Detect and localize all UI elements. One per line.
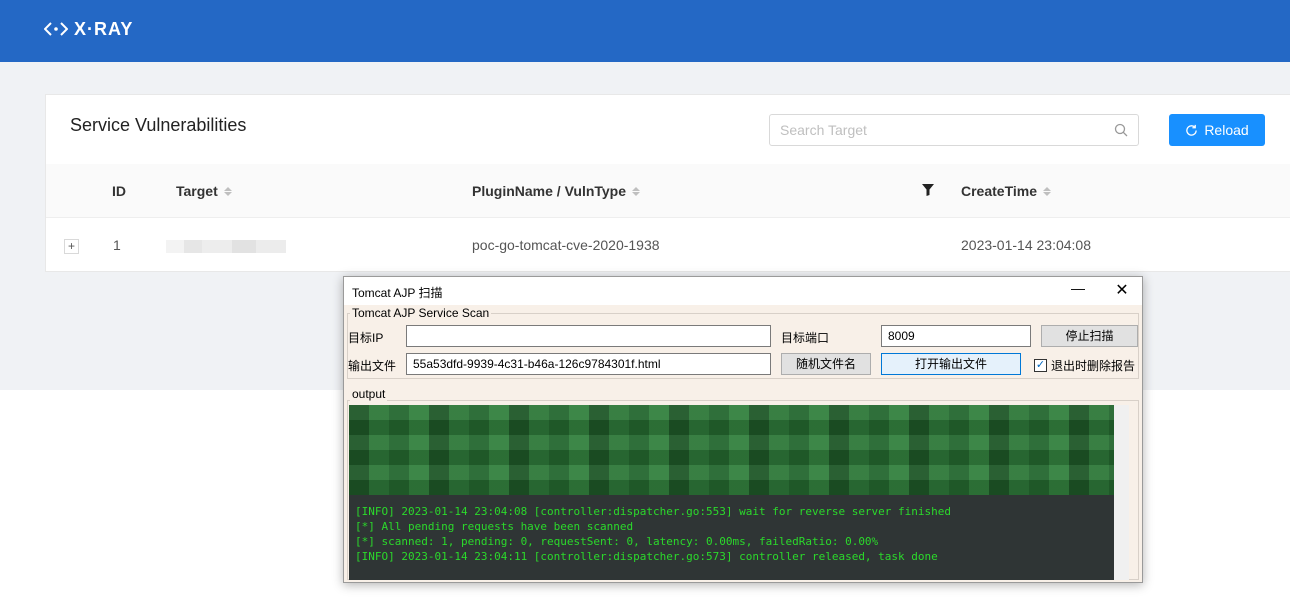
- close-button[interactable]: ✕: [1112, 280, 1132, 300]
- target-ip-label: 目标IP: [348, 331, 384, 345]
- column-plugin-label: PluginName / VulnType: [472, 183, 627, 199]
- redacted-target: [166, 240, 286, 253]
- dialog-title: Tomcat AJP 扫描: [352, 286, 443, 300]
- column-createtime[interactable]: CreateTime: [961, 183, 1052, 199]
- column-id: ID: [112, 183, 126, 199]
- reload-button[interactable]: Reload: [1169, 114, 1265, 146]
- column-plugin[interactable]: PluginName / VulnType: [472, 183, 641, 199]
- tomcat-ajp-scan-dialog: Tomcat AJP 扫描 — ✕ Tomcat AJP Service Sca…: [343, 276, 1143, 583]
- search-box[interactable]: [769, 114, 1139, 146]
- column-target[interactable]: Target: [176, 183, 232, 199]
- output-file-input[interactable]: [406, 353, 771, 375]
- table-row[interactable]: + 1 poc-go-tomcat-cve-2020-1938 2023-01-…: [46, 218, 1290, 272]
- log-line: [INFO] 2023-01-14 23:04:11 [controller:d…: [355, 550, 938, 563]
- sort-icon[interactable]: [632, 186, 641, 196]
- column-target-label: Target: [176, 183, 218, 199]
- logo-text: X·RAY: [74, 18, 134, 39]
- vulnerabilities-card: Service Vulnerabilities Reload ID Target…: [45, 94, 1290, 272]
- xray-logo[interactable]: X·RAY: [44, 18, 133, 40]
- row-id: 1: [113, 237, 121, 253]
- search-icon[interactable]: [1114, 123, 1128, 137]
- delete-on-exit-checkbox[interactable]: ✓: [1034, 359, 1047, 372]
- row-plugin: poc-go-tomcat-cve-2020-1938: [472, 237, 660, 253]
- column-createtime-label: CreateTime: [961, 183, 1038, 199]
- search-input[interactable]: [780, 122, 1100, 138]
- code-brackets-icon: [44, 22, 68, 36]
- stop-scan-button[interactable]: 停止扫描: [1041, 325, 1138, 347]
- output-file-label: 输出文件: [348, 359, 397, 373]
- column-id-label: ID: [112, 183, 126, 199]
- filter-icon[interactable]: [922, 184, 934, 196]
- row-createtime: 2023-01-14 23:04:08: [961, 237, 1091, 253]
- scan-group-label: Tomcat AJP Service Scan: [350, 306, 492, 320]
- reload-icon: [1186, 124, 1198, 136]
- table-header: ID Target PluginName / VulnType CreateTi…: [46, 164, 1290, 218]
- log-line: [*] All pending requests have been scann…: [355, 520, 634, 533]
- reload-label: Reload: [1204, 122, 1249, 138]
- output-console[interactable]: [INFO] 2023-01-14 23:04:08 [controller:d…: [349, 405, 1129, 580]
- top-header: X·RAY: [0, 0, 1290, 62]
- target-ip-input[interactable]: [406, 325, 771, 347]
- target-port-label: 目标端口: [781, 331, 830, 345]
- output-group-label: output: [350, 387, 388, 401]
- sort-icon[interactable]: [1043, 186, 1052, 196]
- dialog-titlebar[interactable]: Tomcat AJP 扫描 — ✕: [344, 277, 1142, 305]
- target-port-input[interactable]: [881, 325, 1031, 347]
- log-line: [*] scanned: 1, pending: 0, requestSent:…: [355, 535, 879, 548]
- redacted-output-overlay: [349, 405, 1129, 495]
- delete-on-exit-label: 退出时删除报告: [1051, 359, 1136, 373]
- minimize-button[interactable]: —: [1070, 280, 1086, 300]
- console-scrollbar[interactable]: [1114, 405, 1129, 580]
- expand-row-button[interactable]: +: [64, 239, 79, 254]
- log-line: [INFO] 2023-01-14 23:04:08 [controller:d…: [355, 505, 952, 518]
- sort-icon[interactable]: [223, 186, 232, 196]
- open-output-file-button[interactable]: 打开输出文件: [881, 353, 1021, 375]
- card-title: Service Vulnerabilities: [70, 115, 247, 135]
- random-filename-button[interactable]: 随机文件名: [781, 353, 871, 375]
